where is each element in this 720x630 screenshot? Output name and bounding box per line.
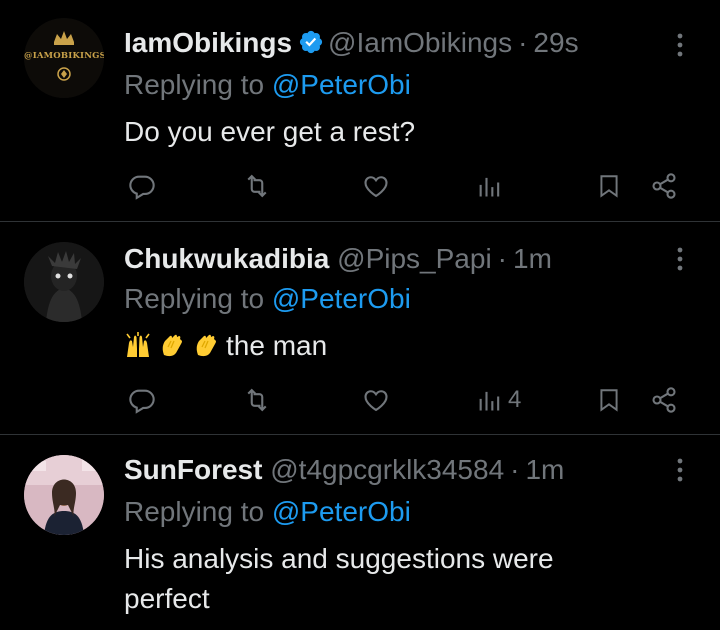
retweet-icon[interactable] — [242, 166, 272, 206]
timestamp[interactable]: 1m — [525, 454, 564, 485]
action-bar — [124, 166, 688, 206]
tweet-text: the man — [124, 326, 680, 366]
user-handle[interactable]: @IamObikings — [328, 27, 512, 58]
avatar[interactable] — [24, 455, 104, 535]
bookmark-icon[interactable] — [596, 166, 622, 206]
dot-separator: · — [497, 243, 507, 274]
tweet-header: SunForest @t4gpcgrklk34584 · 1m — [124, 451, 624, 489]
tweet-2[interactable]: Chukwukadibia @Pips_Papi · 1m Replying to … — [0, 222, 720, 435]
avatar[interactable] — [24, 242, 104, 322]
views-icon[interactable] — [476, 166, 508, 206]
user-handle[interactable]: @Pips_Papi — [337, 243, 492, 274]
share-icon[interactable] — [650, 380, 678, 420]
heart-icon[interactable] — [362, 166, 390, 206]
tweet-header: IamObikings @IamObikings · 29s — [124, 24, 624, 65]
heart-icon[interactable] — [362, 380, 390, 420]
display-name[interactable]: SunForest — [124, 454, 262, 485]
replying-to-label: Replying to — [124, 69, 265, 100]
replying-to: Replying to @PeterObi — [124, 66, 411, 104]
tweet-text: Do you ever get a rest? — [124, 116, 416, 147]
replying-to-handle[interactable]: @PeterObi — [272, 283, 411, 314]
views-count: 4 — [508, 386, 522, 413]
more-options-icon[interactable] — [668, 244, 692, 274]
retweet-icon[interactable] — [242, 380, 272, 420]
avatar[interactable]: @IAMOBIKINGS — [24, 18, 104, 98]
timestamp[interactable]: 1m — [513, 243, 552, 274]
display-name[interactable]: Chukwukadibia — [124, 243, 329, 274]
bookmark-icon[interactable] — [596, 380, 622, 420]
replying-to-label: Replying to — [124, 283, 265, 314]
replying-to: Replying to @PeterObi — [124, 493, 411, 531]
tweet-text-content: the man — [226, 330, 328, 361]
replying-to-handle[interactable]: @PeterObi — [272, 496, 411, 527]
avatar-logo-text: @IAMOBIKINGS — [24, 51, 104, 61]
user-handle[interactable]: @t4gpcgrklk34584 — [270, 454, 504, 485]
raising-hands-emoji — [124, 330, 152, 358]
timestamp[interactable]: 29s — [533, 27, 578, 58]
reply-icon[interactable] — [128, 166, 156, 206]
reply-icon[interactable] — [128, 380, 156, 420]
tweet-header: Chukwukadibia @Pips_Papi · 1m — [124, 240, 624, 278]
tweet-1[interactable]: @IAMOBIKINGS IamObikings @IamObikings · 29s… — [0, 0, 720, 222]
more-options-icon[interactable] — [668, 455, 692, 485]
replying-to: Replying to @PeterObi — [124, 280, 411, 318]
views-icon[interactable]: 4 — [476, 380, 521, 420]
display-name[interactable]: IamObikings — [124, 27, 292, 58]
replying-to-label: Replying to — [124, 496, 265, 527]
tweet-text: His analysis and suggestions were perfec… — [124, 543, 554, 614]
dot-separator: · — [510, 454, 520, 485]
clapping-hands-emoji — [158, 330, 186, 358]
action-bar: 4 — [124, 380, 688, 420]
clapping-hands-emoji — [192, 330, 220, 358]
share-icon[interactable] — [650, 166, 678, 206]
dot-separator: · — [518, 27, 528, 58]
verified-badge-icon — [298, 27, 324, 65]
tweet-3[interactable]: SunForest @t4gpcgrklk34584 · 1m Replying t… — [0, 435, 720, 630]
more-options-icon[interactable] — [668, 30, 692, 60]
replying-to-handle[interactable]: @PeterObi — [272, 69, 411, 100]
